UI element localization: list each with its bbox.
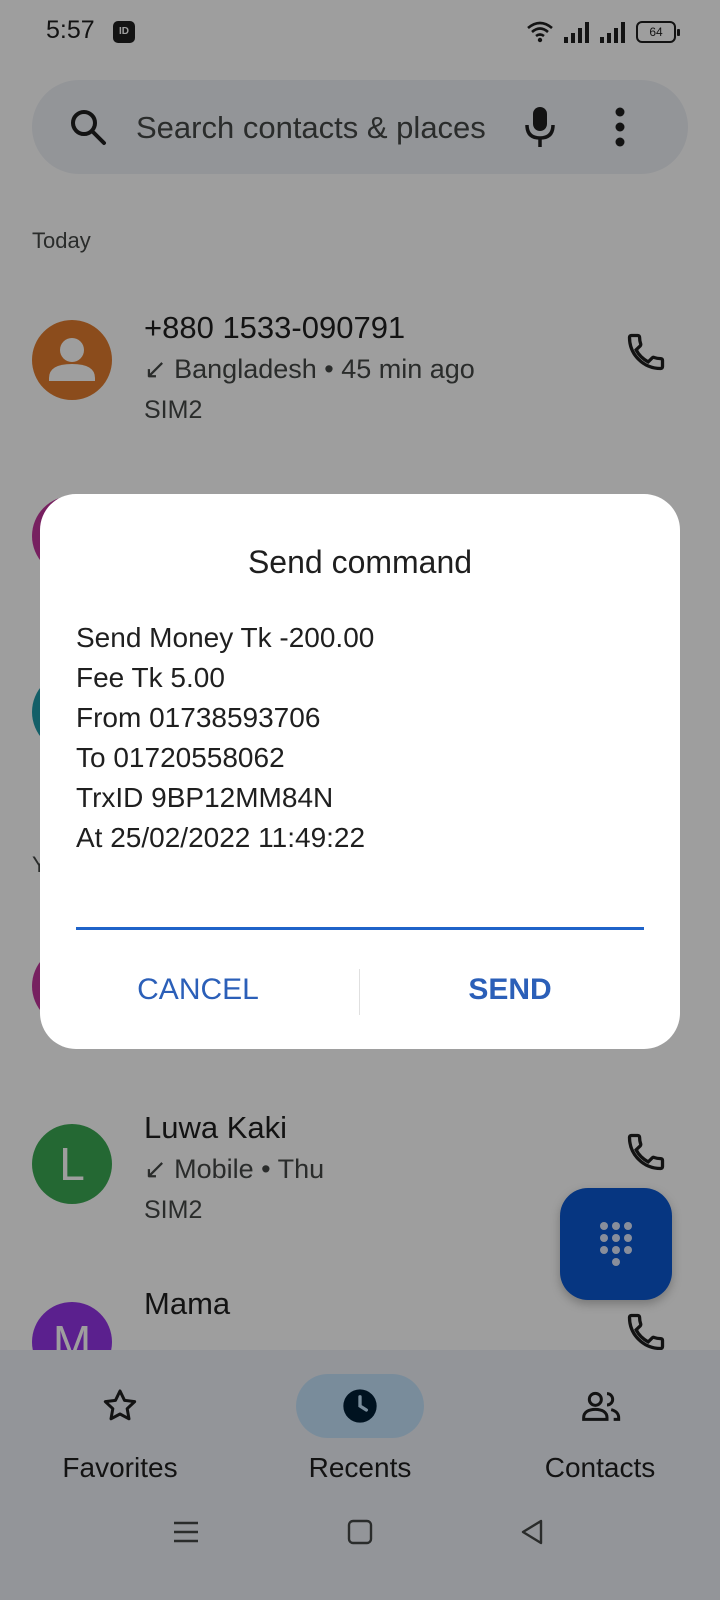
send-button[interactable]: SEND [360, 954, 660, 1026]
message-line: Fee Tk 5.00 [76, 662, 225, 693]
dialog-message: Send Money Tk -200.00 Fee Tk 5.00 From 0… [76, 618, 644, 858]
message-line: From 01738593706 [76, 702, 321, 733]
phone-app: 5:57 ID 64 Search contacts & places Toda… [0, 0, 720, 1600]
send-command-dialog: Send command Send Money Tk -200.00 Fee T… [40, 494, 680, 1049]
message-line: To 01720558062 [76, 742, 285, 773]
message-line: TrxID 9BP12MM84N [76, 782, 334, 813]
command-input[interactable] [76, 872, 644, 930]
message-line: At 25/02/2022 11:49:22 [76, 822, 366, 853]
cancel-button[interactable]: CANCEL [48, 954, 348, 1026]
dialog-title: Send command [247, 544, 473, 580]
message-line: Send Money Tk -200.00 [76, 622, 375, 653]
